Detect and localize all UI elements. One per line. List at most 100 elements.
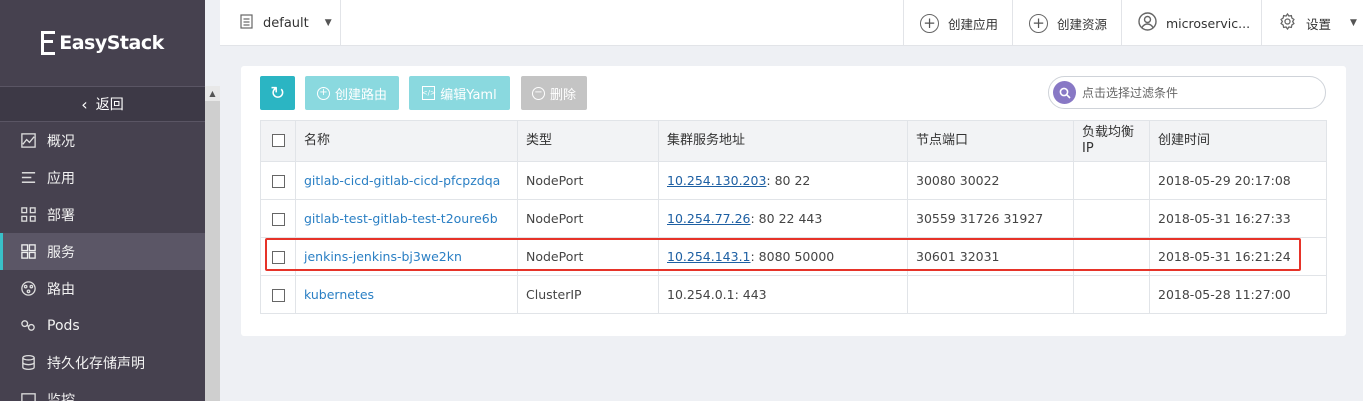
list-icon xyxy=(19,169,37,187)
edit-yaml-button[interactable]: </> 编辑Yaml xyxy=(409,76,510,110)
cluster-ip-link[interactable]: 10.254.130.203 xyxy=(667,173,766,188)
row-checkbox[interactable] xyxy=(271,251,285,264)
lb-ip-cell xyxy=(1073,161,1150,200)
services-icon xyxy=(19,243,37,261)
create-route-label: 创建路由 xyxy=(334,87,387,103)
sidebar-item-apps[interactable]: 应用 xyxy=(0,159,205,196)
lb-ip-cell xyxy=(1073,237,1150,276)
logo-text: EasyStack xyxy=(59,32,164,54)
user-menu[interactable]: microservic... xyxy=(1121,0,1261,46)
table-row: gitlab-cicd-gitlab-cicd-pfcpzdqa NodePor… xyxy=(260,161,1327,200)
select-all-checkbox[interactable] xyxy=(271,134,285,147)
sidebar-item-routes[interactable]: 路由 xyxy=(0,270,205,307)
monitor-icon xyxy=(19,391,37,401)
col-type[interactable]: 类型 xyxy=(517,120,659,162)
user-icon xyxy=(1138,12,1157,34)
create-resource-label: 创建资源 xyxy=(1057,16,1108,32)
sidebar-item-label: 概况 xyxy=(47,133,75,150)
create-app-button[interactable]: + 创建应用 xyxy=(903,0,1012,46)
node-port-cell: 30601 32031 xyxy=(907,237,1074,276)
sidebar-item-storage[interactable]: 持久化存储声明 xyxy=(0,344,205,381)
sidebar-item-overview[interactable]: 概况 xyxy=(0,122,205,159)
caret-down-icon: ▼ xyxy=(1350,18,1357,28)
sidebar-item-label: Pods xyxy=(47,317,80,334)
refresh-button[interactable]: ↻ xyxy=(260,76,295,110)
col-created[interactable]: 创建时间 xyxy=(1149,120,1327,162)
route-icon xyxy=(19,280,37,298)
cluster-ip-link[interactable]: 10.254.77.26 xyxy=(667,211,751,226)
sidebar-item-label: 持久化存储声明 xyxy=(47,355,145,372)
back-label: 返回 xyxy=(95,97,124,113)
type-cell: NodePort xyxy=(517,237,659,276)
document-icon xyxy=(240,13,253,33)
sidebar-item-deploy[interactable]: 部署 xyxy=(0,196,205,233)
row-checkbox[interactable] xyxy=(271,289,285,302)
service-name-link[interactable]: gitlab-test-gitlab-test-t2oure6b xyxy=(304,211,498,226)
row-checkbox[interactable] xyxy=(271,213,285,226)
search-icon xyxy=(1053,81,1076,104)
service-name-link[interactable]: kubernetes xyxy=(304,287,374,302)
services-table: 名称 类型 集群服务地址 节点端口 负载均衡IP 创建时间 gitlab-cic… xyxy=(260,120,1327,314)
node-port-cell: 30080 30022 xyxy=(907,161,1074,200)
row-select-cell xyxy=(260,275,296,314)
created-cell: 2018-05-31 16:21:24 xyxy=(1149,237,1327,276)
address-cell: 10.254.130.203: 80 22 xyxy=(658,161,908,200)
plus-circle-icon: + xyxy=(316,86,330,100)
delete-label: 删除 xyxy=(549,87,576,103)
chevron-left-icon: ‹ xyxy=(81,94,88,114)
sidebar-scrollbar[interactable]: ▲ xyxy=(205,86,220,401)
filter-search[interactable] xyxy=(1048,76,1326,109)
create-route-button[interactable]: + 创建路由 xyxy=(305,76,399,110)
caret-down-icon: ▼ xyxy=(324,18,332,28)
cluster-ip-link[interactable]: 10.254.143.1 xyxy=(667,249,751,264)
type-cell: NodePort xyxy=(517,161,659,200)
sidebar: EasyStack ‹ 返回 概况 应用 部署 服务 路由 Pods 持久化存储… xyxy=(0,0,205,401)
lb-ip-cell xyxy=(1073,275,1150,314)
select-all-cell xyxy=(260,120,296,162)
lb-ip-cell xyxy=(1073,199,1150,238)
type-cell: ClusterIP xyxy=(517,275,659,314)
node-port-cell: 30559 31726 31927 xyxy=(907,199,1074,238)
address-cell: 10.254.0.1: 443 xyxy=(658,275,908,314)
cluster-ip-text: 10.254.0.1 xyxy=(667,287,735,302)
row-select-cell xyxy=(260,237,296,276)
name-cell: gitlab-cicd-gitlab-cicd-pfcpzdqa xyxy=(295,161,518,200)
col-cluster-address[interactable]: 集群服务地址 xyxy=(658,120,908,162)
service-name-link[interactable]: jenkins-jenkins-bj3we2kn xyxy=(304,249,462,264)
sidebar-item-label: 服务 xyxy=(47,244,75,261)
refresh-icon: ↻ xyxy=(269,82,286,104)
scroll-up-arrow-icon[interactable]: ▲ xyxy=(205,86,220,101)
sidebar-item-services[interactable]: 服务 xyxy=(0,233,205,270)
sidebar-item-pods[interactable]: Pods xyxy=(0,307,205,344)
node-port-cell xyxy=(907,275,1074,314)
create-resource-button[interactable]: + 创建资源 xyxy=(1012,0,1121,46)
sidebar-item-label: 路由 xyxy=(47,281,75,298)
ports-text: : 8080 50000 xyxy=(750,249,835,264)
settings-menu[interactable]: 设置 ▼ xyxy=(1261,0,1363,46)
name-cell: gitlab-test-gitlab-test-t2oure6b xyxy=(295,199,518,238)
col-node-port[interactable]: 节点端口 xyxy=(907,120,1074,162)
col-name[interactable]: 名称 xyxy=(295,120,518,162)
row-select-cell xyxy=(260,161,296,200)
services-panel: ↻ + 创建路由 </> 编辑Yaml − 删除 名称 类型 集群服务地址 节点… xyxy=(241,66,1346,336)
created-cell: 2018-05-29 20:17:08 xyxy=(1149,161,1327,200)
project-selector[interactable]: default ▼ xyxy=(220,0,341,46)
row-checkbox[interactable] xyxy=(271,175,285,188)
minus-circle-icon: − xyxy=(531,86,545,100)
filter-input[interactable] xyxy=(1082,85,1312,100)
table-row: gitlab-test-gitlab-test-t2oure6b NodePor… xyxy=(260,199,1327,238)
topbar: default ▼ + 创建应用 + 创建资源 microservic... 设… xyxy=(220,0,1363,46)
col-lb-ip[interactable]: 负载均衡IP xyxy=(1073,120,1150,162)
service-name-link[interactable]: gitlab-cicd-gitlab-cicd-pfcpzdqa xyxy=(304,173,500,188)
easystack-logo-icon xyxy=(41,31,56,55)
delete-button[interactable]: − 删除 xyxy=(521,76,587,110)
back-button[interactable]: ‹ 返回 xyxy=(0,86,205,122)
pods-icon xyxy=(19,317,37,335)
name-cell: jenkins-jenkins-bj3we2kn xyxy=(295,237,518,276)
code-file-icon: </> xyxy=(422,86,436,100)
address-cell: 10.254.77.26: 80 22 443 xyxy=(658,199,908,238)
created-cell: 2018-05-31 16:27:33 xyxy=(1149,199,1327,238)
sidebar-item-monitor[interactable]: 监控 xyxy=(0,381,205,401)
project-name: default xyxy=(263,15,309,31)
logo: EasyStack xyxy=(0,0,205,86)
